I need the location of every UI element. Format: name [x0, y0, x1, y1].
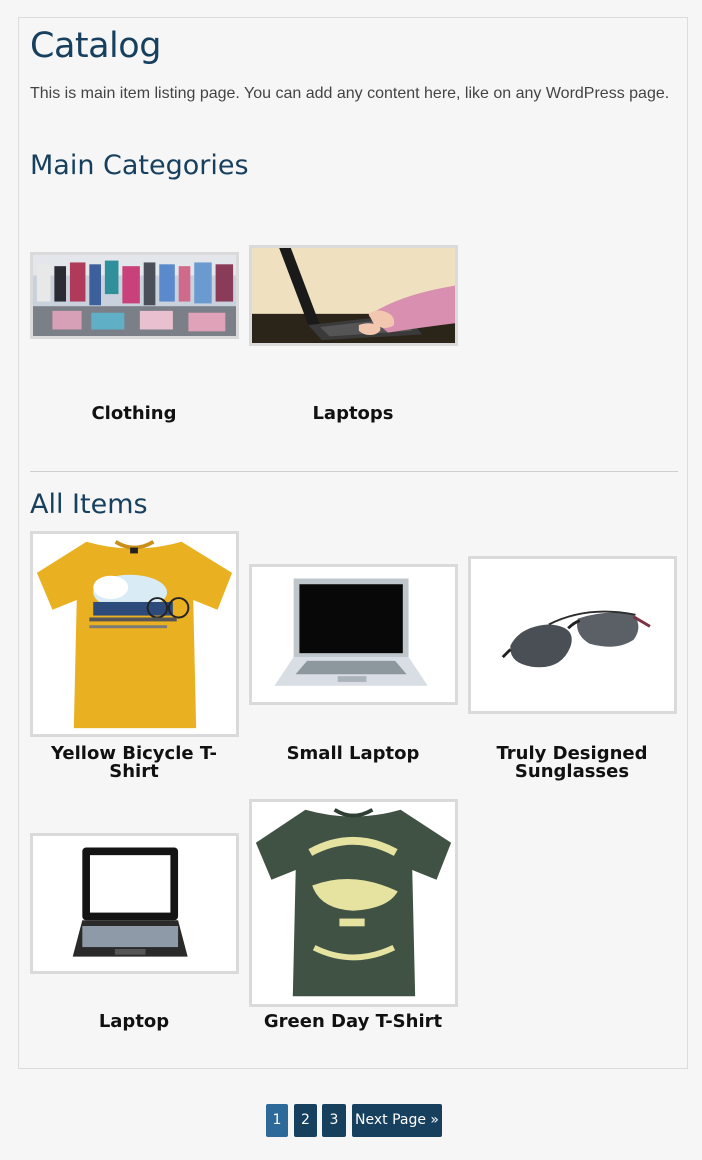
item-name-yellow-bicycle-tshirt[interactable]: Yellow Bicycle T-Shirt	[30, 745, 238, 781]
small-laptop-image[interactable]	[249, 564, 458, 705]
item-name-laptop[interactable]: Laptop	[30, 1013, 238, 1031]
item-name-green-day-tshirt[interactable]: Green Day T-Shirt	[249, 1013, 457, 1031]
item-name-sunglasses[interactable]: Truly Designed Sunglasses	[468, 745, 676, 781]
all-items-heading: All Items	[30, 489, 148, 520]
page-3-link[interactable]: 3	[322, 1104, 346, 1137]
page-2-link[interactable]: 2	[294, 1104, 317, 1137]
green-day-tshirt-image[interactable]	[249, 799, 458, 1007]
item-name-sunglasses-line-2: Sunglasses	[514, 761, 630, 782]
laptop-image[interactable]	[30, 833, 239, 974]
page-1-link[interactable]: 1	[266, 1104, 288, 1137]
main-categories-heading: Main Categories	[30, 150, 249, 181]
category-name-laptops[interactable]: Laptops	[249, 405, 457, 423]
clothing-category-image[interactable]	[30, 252, 239, 339]
section-divider	[30, 471, 678, 472]
category-name-clothing[interactable]: Clothing	[30, 405, 238, 423]
page-title: Catalog	[30, 26, 161, 66]
item-name-small-laptop[interactable]: Small Laptop	[249, 745, 457, 763]
yellow-bicycle-tshirt-image[interactable]	[30, 531, 239, 737]
next-page-link[interactable]: Next Page »	[352, 1104, 442, 1137]
page-intro: This is main item listing page. You can …	[30, 85, 670, 102]
laptops-category-image[interactable]	[249, 245, 458, 346]
sunglasses-image[interactable]	[468, 556, 677, 714]
